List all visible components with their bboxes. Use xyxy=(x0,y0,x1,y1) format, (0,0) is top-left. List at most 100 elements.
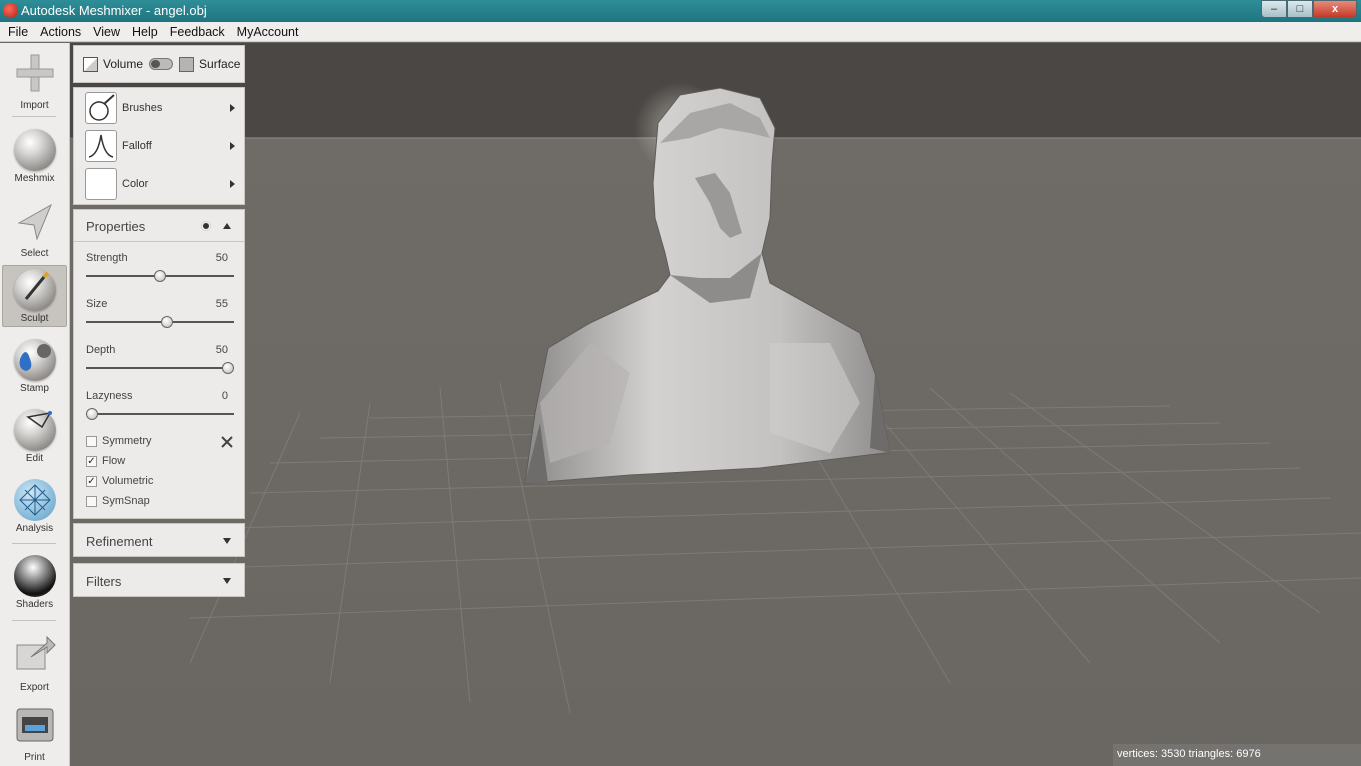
title-bar: Autodesk Meshmixer - angel.obj – □ x xyxy=(0,0,1361,22)
volumetric-label: Volumetric xyxy=(102,475,154,487)
analysis-mesh-icon xyxy=(13,479,56,521)
toolbar-divider xyxy=(12,116,56,117)
depth-label: Depth xyxy=(86,344,116,356)
sculpt-tool[interactable]: Sculpt xyxy=(2,265,67,327)
select-label: Select xyxy=(20,248,49,259)
analysis-label: Analysis xyxy=(15,523,54,534)
brushes-row[interactable]: Brushes xyxy=(85,91,235,125)
size-knob[interactable] xyxy=(160,316,173,328)
volume-label: Volume xyxy=(103,57,144,71)
menu-bar: File Actions View Help Feedback MyAccoun… xyxy=(0,22,1361,42)
meshmix-tool[interactable]: Meshmix xyxy=(2,129,67,184)
properties-panel: Properties Strength 50 Size 55 Depth 50 … xyxy=(73,209,245,519)
filters-panel[interactable]: Filters xyxy=(73,563,245,597)
select-tool[interactable]: Select xyxy=(2,199,67,259)
color-row[interactable]: Color xyxy=(85,167,235,201)
menu-file[interactable]: File xyxy=(2,25,34,39)
3d-viewport[interactable] xyxy=(70,43,1361,766)
expand-down-icon[interactable] xyxy=(223,538,231,544)
lazyness-track[interactable] xyxy=(86,413,234,415)
size-slider-row: Size 55 xyxy=(86,298,234,328)
menu-help[interactable]: Help xyxy=(126,25,164,39)
stamp-tool[interactable]: Stamp xyxy=(2,339,67,394)
import-tool[interactable]: Import xyxy=(2,51,67,111)
expand-down-icon[interactable] xyxy=(223,578,231,584)
filters-title: Filters xyxy=(86,574,122,589)
falloff-label: Falloff xyxy=(122,140,152,152)
color-swatch xyxy=(85,168,117,200)
volume-cube-icon xyxy=(83,56,98,72)
symmetry-tools-icon[interactable] xyxy=(220,435,234,449)
import-label: Import xyxy=(20,100,49,111)
falloff-curve-icon xyxy=(85,130,117,162)
collapse-up-icon[interactable] xyxy=(223,223,231,229)
lazyness-value: 0 xyxy=(221,390,228,402)
volume-surface-toggle[interactable] xyxy=(149,58,174,70)
flow-checkbox-row[interactable]: ✓ Flow xyxy=(86,455,125,467)
meshmix-sphere-icon xyxy=(13,129,56,171)
menu-actions[interactable]: Actions xyxy=(34,25,87,39)
depth-track[interactable] xyxy=(86,367,234,369)
depth-knob[interactable] xyxy=(222,362,234,374)
menu-view[interactable]: View xyxy=(87,25,126,39)
volume-surface-panel: Volume Surface xyxy=(73,45,245,83)
symsnap-checkbox-row[interactable]: SymSnap xyxy=(86,495,150,507)
minimize-button[interactable]: – xyxy=(1261,0,1287,18)
depth-value: 50 xyxy=(215,344,228,356)
shaders-tool[interactable]: Shaders xyxy=(2,555,67,610)
symmetry-checkbox[interactable] xyxy=(86,435,97,447)
maximize-button[interactable]: □ xyxy=(1287,0,1313,18)
sculpt-label: Sculpt xyxy=(20,313,49,324)
color-label: Color xyxy=(122,178,149,190)
falloff-row[interactable]: Falloff xyxy=(85,129,235,163)
stamp-icon xyxy=(13,339,56,381)
brush-thumbnail-icon xyxy=(85,92,117,124)
printer-icon xyxy=(16,708,53,742)
stamp-label: Stamp xyxy=(20,383,49,394)
strength-knob[interactable] xyxy=(154,270,166,282)
strength-slider-row: Strength 50 xyxy=(86,252,234,282)
properties-header[interactable]: Properties xyxy=(74,210,244,242)
plus-icon xyxy=(16,54,53,92)
volumetric-checkbox[interactable]: ✓ xyxy=(86,475,97,487)
surface-label: Surface xyxy=(199,57,241,71)
brush-sphere-icon xyxy=(13,269,56,311)
left-toolbar: Import Meshmix Select Sculpt Stamp Edit … xyxy=(0,43,70,766)
size-label: Size xyxy=(86,298,108,310)
print-tool[interactable]: Print xyxy=(2,703,67,763)
symsnap-checkbox[interactable] xyxy=(86,495,97,507)
flow-checkbox[interactable]: ✓ xyxy=(86,455,97,467)
export-label: Export xyxy=(20,682,49,693)
edit-sphere-icon xyxy=(13,409,56,451)
brushes-label: Brushes xyxy=(122,102,163,114)
volumetric-checkbox-row[interactable]: ✓ Volumetric xyxy=(86,475,153,487)
properties-title: Properties xyxy=(86,219,146,234)
toolbar-divider xyxy=(12,543,56,544)
shaders-label: Shaders xyxy=(15,599,54,610)
symsnap-label: SymSnap xyxy=(102,495,150,507)
lazyness-label: Lazyness xyxy=(86,390,133,402)
gear-icon[interactable] xyxy=(201,221,211,231)
symmetry-checkbox-row[interactable]: Symmetry xyxy=(86,435,152,447)
menu-feedback[interactable]: Feedback xyxy=(164,25,231,39)
size-value: 55 xyxy=(215,298,228,310)
export-icon xyxy=(16,635,56,670)
meshmix-label: Meshmix xyxy=(14,173,55,184)
edit-label: Edit xyxy=(25,453,44,464)
chevron-right-icon xyxy=(230,142,235,150)
export-tool[interactable]: Export xyxy=(2,633,67,693)
strength-value: 50 xyxy=(215,252,228,264)
close-button[interactable]: x xyxy=(1313,0,1357,18)
edit-tool[interactable]: Edit xyxy=(2,409,67,464)
lazyness-knob[interactable] xyxy=(86,408,98,420)
surface-box-icon xyxy=(179,56,195,72)
flow-label: Flow xyxy=(102,455,126,467)
strength-label: Strength xyxy=(86,252,128,264)
window-controls: – □ x xyxy=(1261,0,1357,18)
menu-myaccount[interactable]: MyAccount xyxy=(231,25,305,39)
print-label: Print xyxy=(24,752,45,763)
scene-canvas[interactable] xyxy=(70,43,1361,766)
mesh-stats-status: vertices: 3530 triangles: 6976 xyxy=(1113,744,1361,766)
analysis-tool[interactable]: Analysis xyxy=(2,479,67,534)
refinement-panel[interactable]: Refinement xyxy=(73,523,245,557)
